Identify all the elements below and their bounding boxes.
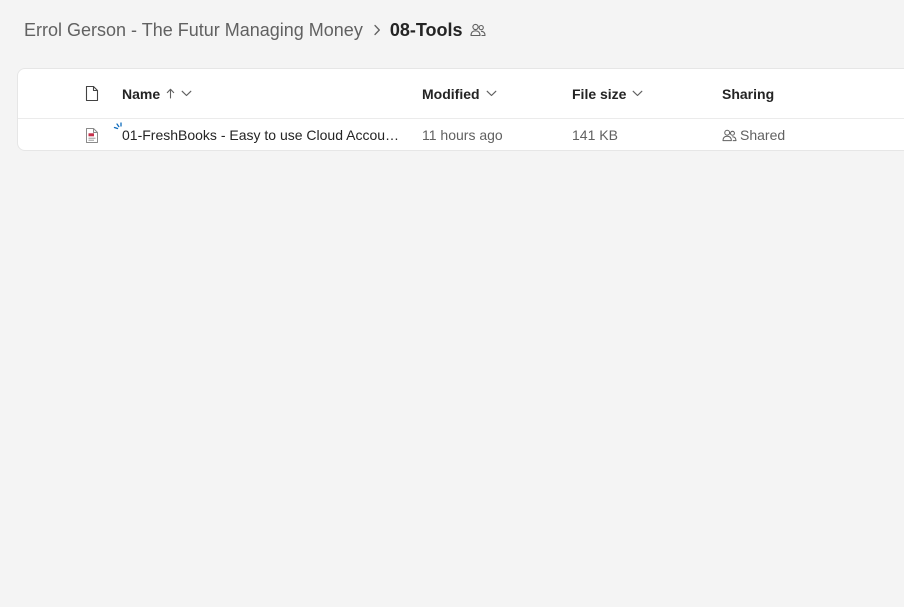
column-header-modified[interactable]: Modified [422, 69, 497, 118]
people-icon [722, 129, 737, 142]
file-size-cell: 141 KB [572, 127, 618, 143]
breadcrumb-parent-folder[interactable]: Errol Gerson - The Futur Managing Money [24, 20, 363, 41]
pdf-file-icon[interactable] [82, 119, 102, 151]
column-header-sharing[interactable]: Sharing [722, 69, 774, 118]
sharing-cell[interactable]: Shared [722, 119, 785, 151]
column-header-file-size[interactable]: File size [572, 69, 643, 118]
column-header-sharing-label: Sharing [722, 85, 775, 102]
chevron-down-icon[interactable] [632, 90, 643, 97]
chevron-down-icon[interactable] [486, 90, 497, 97]
file-list: Name Modified File size Sharing 01-Fresh… [17, 68, 904, 151]
breadcrumb-current-folder[interactable]: 08-Tools [390, 20, 463, 41]
column-header-modified-label: Modified [422, 85, 480, 102]
chevron-right-icon [373, 24, 381, 36]
column-header-name-label: Name [122, 85, 161, 102]
modified-cell: 11 hours ago [422, 127, 503, 143]
arrow-up-icon [166, 88, 175, 99]
column-header-file-size-label: File size [572, 85, 627, 102]
file-name-cell[interactable]: 01-FreshBooks - Easy to use Cloud Accoun… [122, 119, 404, 151]
breadcrumb: Errol Gerson - The Futur Managing Money … [24, 16, 486, 44]
table-row[interactable]: 01-FreshBooks - Easy to use Cloud Accoun… [18, 119, 904, 151]
chevron-down-icon[interactable] [181, 90, 192, 97]
file-name-link[interactable]: 01-FreshBooks - Easy to use Cloud Accoun… [122, 127, 404, 143]
people-icon[interactable] [469, 23, 486, 37]
sharing-status-label: Shared [740, 127, 786, 143]
column-header-row: Name Modified File size Sharing [18, 69, 904, 119]
column-header-name[interactable]: Name [122, 69, 192, 118]
document-icon[interactable] [82, 69, 102, 118]
